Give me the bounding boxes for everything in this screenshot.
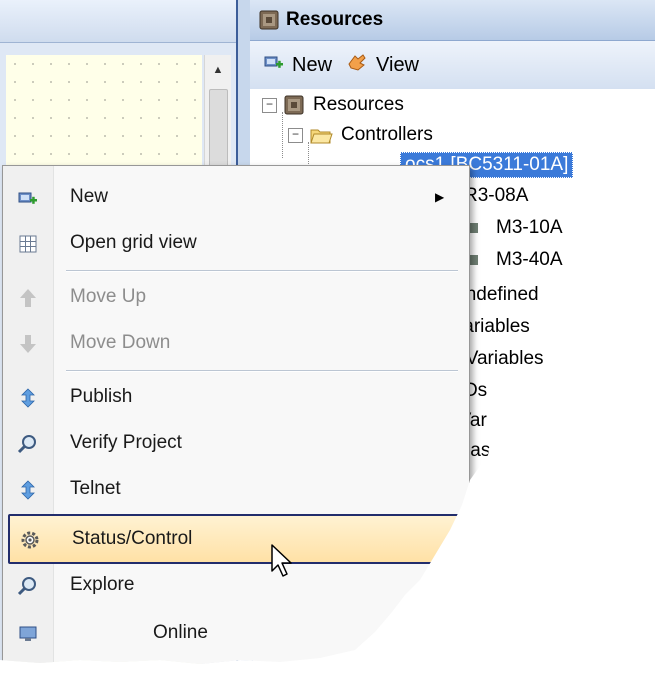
menu-item-label: Online xyxy=(153,622,208,643)
menu-item-online[interactable]: Online xyxy=(3,610,463,656)
tree-node-label: Controllers xyxy=(341,124,433,145)
mouse-cursor-icon xyxy=(270,543,298,584)
menu-item-new[interactable]: New ▶ xyxy=(3,174,463,220)
menu-item-label: Publish xyxy=(70,386,133,407)
tree-node-label: R3-08A xyxy=(464,185,529,206)
resources-panel-icon xyxy=(258,9,280,31)
gear-icon xyxy=(19,529,41,551)
collapse-icon[interactable]: − xyxy=(262,97,277,113)
context-menu: New ▶ Open grid view Move Up Move Down P… xyxy=(2,165,470,664)
menu-item-publish[interactable]: Publish xyxy=(3,374,463,420)
resources-panel-title-bar: Resources xyxy=(250,0,655,41)
app-window: ▲ Resources New View − Resources − Contr… xyxy=(0,0,655,664)
new-icon xyxy=(17,187,39,209)
tree-node-label: M3-10A xyxy=(496,217,563,238)
folder-icon xyxy=(309,125,333,145)
menu-item-telnet[interactable]: Telnet xyxy=(3,466,463,512)
arrow-up-icon xyxy=(17,287,39,309)
tree-node-fragment[interactable]: M3-40A xyxy=(468,245,563,275)
new-resource-button[interactable]: New xyxy=(264,53,332,77)
menu-item-label: Status/Control xyxy=(72,528,193,549)
menu-item-explore[interactable]: Explore xyxy=(3,562,463,608)
submenu-arrow-icon: ▶ xyxy=(435,190,445,204)
menu-item-status-control[interactable]: Status/Control xyxy=(8,514,460,564)
menu-item-label: Verify Project xyxy=(70,432,182,453)
telnet-icon xyxy=(17,479,39,501)
new-icon xyxy=(264,53,284,77)
tree-node-label: Resources xyxy=(313,94,404,115)
scroll-up-icon[interactable]: ▲ xyxy=(205,55,231,85)
arrow-down-icon xyxy=(17,333,39,355)
tree-node-fragment[interactable]: R3-08A xyxy=(464,181,528,211)
menu-item-move-up[interactable]: Move Up xyxy=(3,274,463,320)
resources-toolbar: New View xyxy=(250,41,655,89)
new-button-label: New xyxy=(292,53,333,76)
resources-panel-title: Resources xyxy=(286,9,384,30)
menu-separator xyxy=(66,270,458,272)
menu-item-move-down[interactable]: Move Down xyxy=(3,320,463,366)
tree-node-label: M3-40A xyxy=(496,249,563,270)
menu-item-label: New xyxy=(70,186,109,207)
menu-item-label: Explore xyxy=(70,574,135,595)
collapse-icon[interactable]: − xyxy=(288,127,303,143)
view-button[interactable]: View xyxy=(346,52,419,78)
menu-item-label: Telnet xyxy=(70,478,121,499)
editor-header xyxy=(0,0,242,43)
view-button-label: View xyxy=(376,53,420,76)
menu-item-verify-project[interactable]: Verify Project xyxy=(3,420,463,466)
tree-node-resources[interactable]: − Resources xyxy=(262,90,404,120)
verify-icon xyxy=(17,433,39,455)
menu-item-label: Move Down xyxy=(70,332,171,353)
online-icon xyxy=(17,623,39,645)
grid-icon xyxy=(17,233,39,255)
tree-node-fragment[interactable]: M3-10A xyxy=(468,213,563,243)
menu-item-label: Move Up xyxy=(70,286,147,307)
hand-icon xyxy=(346,52,368,78)
resources-node-icon xyxy=(283,94,305,116)
menu-item-open-grid-view[interactable]: Open grid view xyxy=(3,220,463,266)
menu-item-label: Open grid view xyxy=(70,232,197,253)
tree-node-controllers[interactable]: − Controllers xyxy=(288,120,433,150)
explore-icon xyxy=(17,575,39,597)
menu-separator xyxy=(66,370,458,372)
publish-icon xyxy=(17,387,39,409)
